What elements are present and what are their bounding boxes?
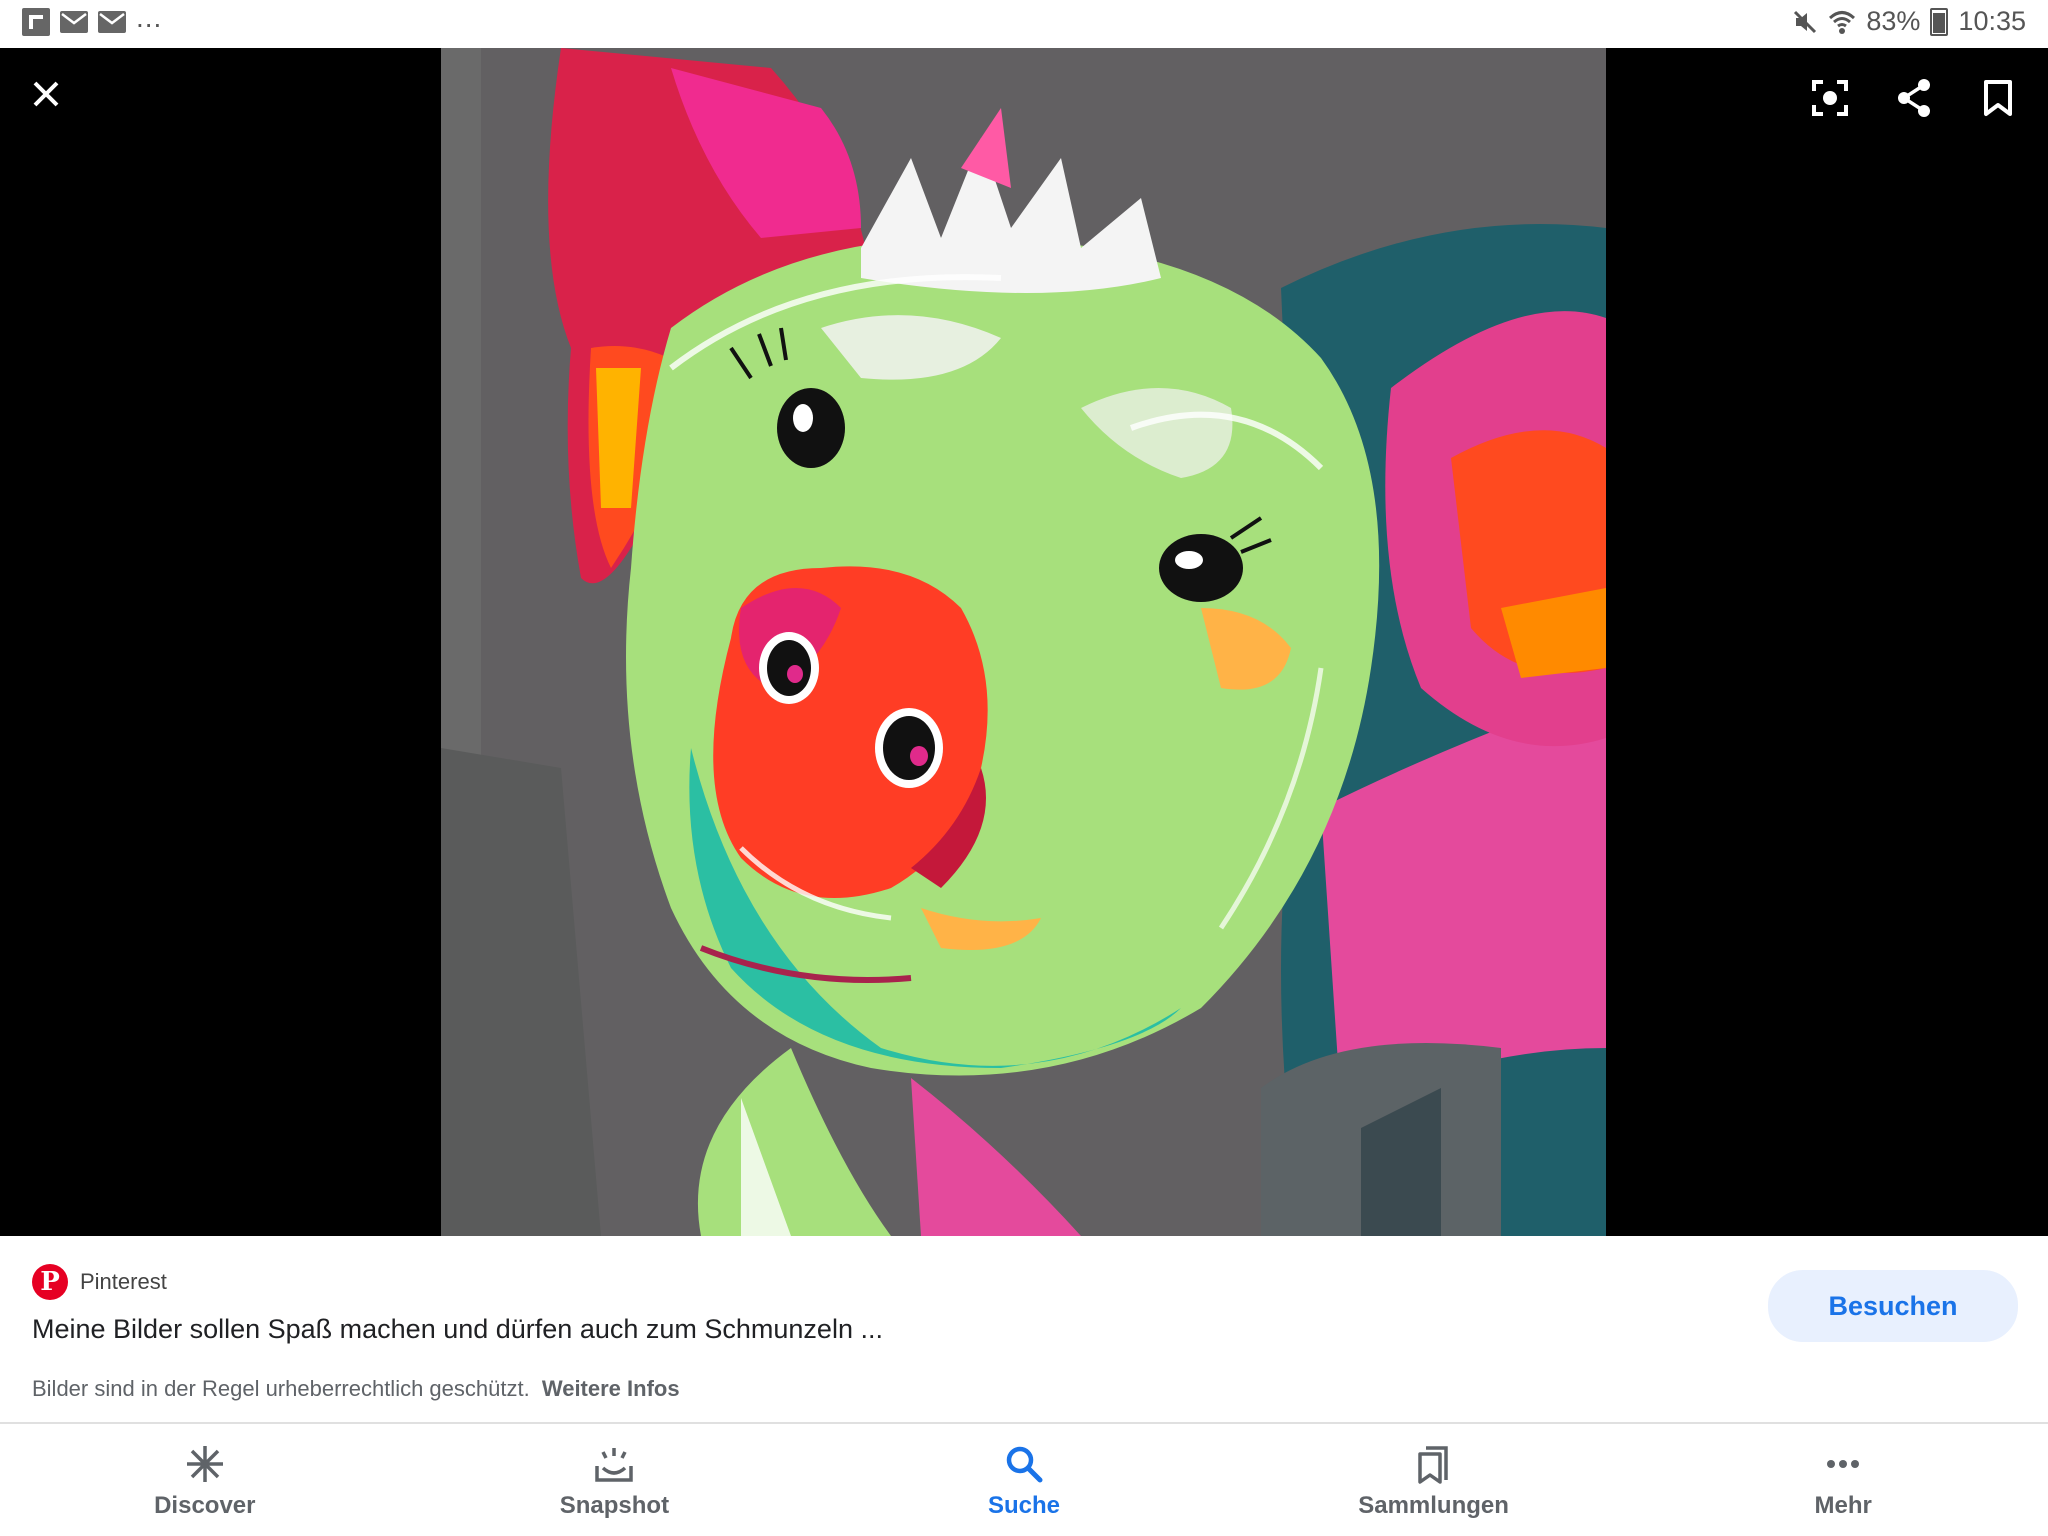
copyright-notice: Bilder sind in der Regel urheberrechtlic… [32, 1376, 680, 1402]
preview-image[interactable] [441, 48, 1606, 1236]
source-row[interactable]: P Pinterest [32, 1264, 167, 1300]
bottom-navigation: Discover Snapshot Suche Sammlungen Mehr [0, 1424, 2048, 1536]
more-icon [1821, 1442, 1865, 1486]
close-button[interactable] [22, 70, 70, 118]
mail-icon [98, 11, 126, 33]
lens-icon [1812, 80, 1848, 116]
status-bar: ... 83% 10:35 [0, 0, 2048, 48]
more-info-link[interactable]: Weitere Infos [542, 1376, 680, 1401]
clock: 10:35 [1958, 6, 2026, 36]
notification-overflow: ... [136, 2, 163, 33]
search-icon [1002, 1442, 1046, 1486]
result-info-panel: P Pinterest Meine Bilder sollen Spaß mac… [0, 1236, 2048, 1422]
copyright-text: Bilder sind in der Regel urheberrechtlic… [32, 1376, 530, 1401]
share-button[interactable] [1890, 74, 1938, 122]
source-name: Pinterest [80, 1269, 167, 1294]
bookmark-icon [1984, 80, 2012, 116]
collections-icon [1412, 1442, 1456, 1486]
nav-label: Suche [987, 1492, 1060, 1519]
visit-button[interactable]: Besuchen [1768, 1270, 2018, 1342]
image-viewer [0, 48, 2048, 1236]
pinterest-icon: P [32, 1264, 68, 1300]
nav-label: Sammlungen [1358, 1492, 1509, 1519]
mute-icon [1794, 10, 1817, 33]
nav-snapshot[interactable]: Snapshot [410, 1424, 820, 1536]
snapshot-icon [592, 1442, 636, 1486]
lens-button[interactable] [1806, 74, 1854, 122]
pig-painting [441, 48, 1606, 1236]
result-title[interactable]: Meine Bilder sollen Spaß machen und dürf… [32, 1314, 883, 1345]
mail-icon [60, 11, 88, 33]
share-icon [1898, 79, 1930, 117]
nav-label: Discover [154, 1492, 256, 1519]
battery-icon [1930, 7, 1949, 36]
bookmark-button[interactable] [1974, 74, 2022, 122]
nav-label: Snapshot [559, 1492, 670, 1519]
system-status: 83% 10:35 [1792, 6, 2026, 37]
wifi-icon [1829, 10, 1856, 34]
notification-area: ... [22, 2, 162, 36]
battery-percent: 83% [1866, 6, 1921, 36]
nav-more[interactable]: Mehr [1638, 1424, 2048, 1536]
nav-label: Mehr [1814, 1492, 1872, 1519]
close-icon [33, 81, 59, 107]
flipboard-icon [22, 8, 50, 36]
nav-discover[interactable]: Discover [0, 1424, 410, 1536]
asterisk-icon [183, 1442, 227, 1486]
nav-search[interactable]: Suche [819, 1424, 1229, 1536]
nav-collections[interactable]: Sammlungen [1229, 1424, 1639, 1536]
